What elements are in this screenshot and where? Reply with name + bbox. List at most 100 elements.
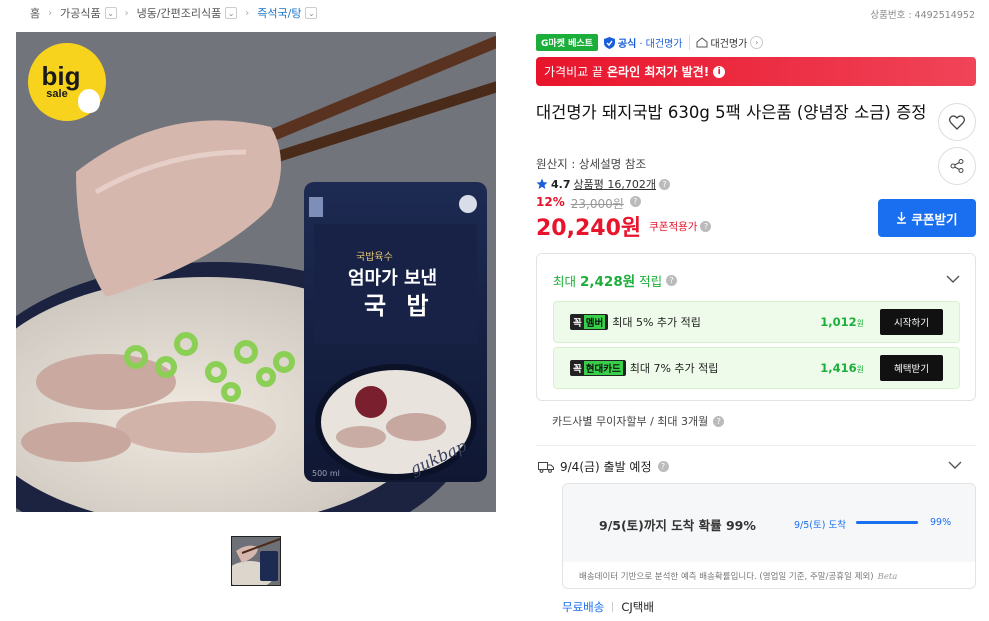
coupon-download-button[interactable]: 쿠폰받기 — [878, 199, 976, 237]
seller-badges: G마켓 베스트 공식 · 대건명가 대건명가 › — [536, 34, 764, 51]
reward-item-text: 최대 7% 추가 적립 — [629, 362, 719, 375]
help-icon[interactable]: ? — [700, 220, 712, 232]
reward-amount-value: 1,012 — [820, 315, 857, 329]
reward-item-member: 꼭 멤버 최대 5% 추가 적립 1,012원 시작하기 — [553, 301, 960, 343]
big-sale-badge: big sale — [28, 43, 106, 121]
origin-info: 원산지 : 상세설명 참조 — [536, 157, 647, 171]
arrival-probability: 9/5(토)까지 도착 확률 99% — [599, 518, 756, 533]
arrival-date: 9/5(토) 도착 — [794, 520, 846, 531]
free-shipping[interactable]: 무료배송 — [562, 599, 604, 615]
heart-icon — [949, 114, 965, 130]
help-icon[interactable]: ? — [666, 274, 678, 286]
installment-text: 카드사별 무이자할부 / 최대 3개월 — [552, 415, 709, 428]
reward-head-amount: 2,428원 — [580, 274, 636, 290]
breadcrumb-item-subcategory[interactable]: 냉동/간편조리식품 ⌄ — [137, 5, 238, 21]
download-icon — [897, 212, 907, 224]
reward-head-suffix: 적립 — [639, 273, 663, 289]
help-icon[interactable]: ? — [657, 461, 669, 472]
info-icon[interactable]: i — [713, 65, 726, 78]
coupon-applied-text: 쿠폰적용가 — [649, 220, 698, 233]
carrier-name: CJ택배 — [621, 600, 654, 614]
depart-date: 9/4(금) 출발 예정 — [560, 460, 652, 474]
delivery-note-text: 배송데이터 기반으로 분석한 예측 배송확률입니다. (영업일 기준, 주말/공… — [579, 572, 874, 582]
chevron-down-icon[interactable]: ⌄ — [104, 7, 117, 19]
shop-link[interactable]: 대건명가 › — [688, 35, 764, 50]
review-count: 16,702개 — [607, 178, 656, 191]
review-link[interactable]: 상품평 16,702개 — [574, 176, 656, 192]
reward-amount-unit: 원 — [856, 319, 864, 328]
reward-tag-mark: 꼭 — [573, 364, 582, 375]
chevron-right-icon: › — [124, 7, 129, 19]
badge-sale-text: sale — [46, 88, 68, 100]
reward-summary: 최대 2,428원 적립 ? — [553, 270, 678, 290]
product-number: 상품번호 : 4492514952 — [870, 10, 975, 21]
shipping-footer: 무료배송 CJ택배 — [562, 599, 654, 615]
price-row: 20,240원 쿠폰적용가 ? — [536, 210, 712, 242]
official-label: 공식 — [617, 39, 637, 50]
truck-icon — [538, 461, 554, 473]
help-icon[interactable]: ? — [713, 415, 725, 427]
delivery-forecast-panel: 9/5(토)까지 도착 확률 99% 9/5(토) 도착 99% — [563, 484, 975, 562]
shop-name: 대건명가 — [710, 39, 748, 50]
badge-big-text: big — [41, 61, 81, 91]
chevron-down-icon[interactable] — [946, 272, 960, 286]
reward-item-text: 최대 5% 추가 적립 — [612, 316, 701, 329]
help-icon[interactable]: ? — [658, 178, 670, 190]
shipping-row: 9/4(금) 출발 예정 ? — [538, 458, 669, 475]
arrival-percent: 99% — [930, 517, 952, 528]
reward-panel: 최대 2,428원 적립 ? 꼭 멤버 최대 5% 추가 적립 1,012원 시… — [536, 253, 976, 401]
product-title: 대건명가 돼지국밥 630g 5팩 사은품 (양념장 소금) 증정 — [536, 103, 927, 122]
reward-tag: 꼭 멤버 — [570, 314, 609, 330]
promo-prefix: 가격비교 끝 — [544, 65, 604, 79]
delivery-note: 배송데이터 기반으로 분석한 예측 배송확률입니다. (영업일 기준, 주말/공… — [579, 570, 897, 582]
reward-tag-name: 멤버 — [583, 315, 606, 329]
official-seller-name: · 대건명가 — [639, 39, 683, 50]
breadcrumb: 홈 › 가공식품 ⌄ › 냉동/간편조리식품 ⌄ › 즉석국/탕 ⌄ — [30, 5, 318, 21]
reward-item-amount: 1,416원 — [820, 361, 864, 375]
coupon-button-label: 쿠폰받기 — [911, 211, 958, 227]
breadcrumb-item-category[interactable]: 가공식품 ⌄ — [60, 5, 117, 21]
coupon-applied-label: 쿠폰적용가 ? — [649, 219, 712, 234]
reward-amount-unit: 원 — [856, 365, 864, 374]
package-name: 국 밥 — [364, 292, 435, 320]
reward-amount-value: 1,416 — [820, 361, 857, 375]
star-icon — [536, 178, 548, 189]
delivery-forecast: 9/5(토)까지 도착 확률 99% 9/5(토) 도착 99% 배송데이터 기… — [562, 483, 976, 589]
review-label: 상품평 — [573, 178, 604, 191]
help-icon[interactable]: ? — [629, 196, 641, 207]
chevron-right-icon: › — [245, 7, 250, 19]
arrival-probability-bar — [856, 521, 919, 524]
gmarket-best-badge: G마켓 베스트 — [536, 34, 598, 51]
reward-item-amount: 1,012원 — [820, 315, 864, 329]
share-icon — [950, 159, 964, 173]
chevron-down-icon[interactable] — [948, 458, 962, 472]
price-compare-banner[interactable]: 가격비교 끝 온라인 최저가 발견! i — [536, 57, 976, 86]
installment-info: 카드사별 무이자할부 / 최대 3개월 ? — [552, 413, 725, 429]
breadcrumb-home[interactable]: 홈 — [30, 5, 40, 21]
home-icon — [696, 37, 707, 48]
chevron-down-icon[interactable]: ⌄ — [305, 7, 318, 19]
arrival-probability-fill — [856, 521, 919, 524]
breadcrumb-label: 즉석국/탕 — [257, 7, 302, 20]
separator — [612, 602, 614, 612]
package-volume: 500 ml — [312, 469, 340, 478]
official-seller-badge[interactable]: 공식 · 대건명가 — [603, 35, 683, 50]
product-thumbnail[interactable] — [231, 536, 281, 586]
promo-highlight: 온라인 최저가 발견! — [607, 65, 710, 79]
reward-head-prefix: 최대 — [553, 273, 577, 289]
start-member-button[interactable]: 시작하기 — [880, 309, 943, 335]
get-card-benefit-button[interactable]: 혜택받기 — [880, 355, 943, 381]
reward-tag: 꼭 현대카드 — [570, 360, 626, 376]
chevron-right-icon: › — [48, 7, 53, 19]
breadcrumb-item-current[interactable]: 즉석국/탕 ⌄ — [257, 5, 318, 21]
chevron-down-icon[interactable]: ⌄ — [225, 7, 238, 19]
chevron-right-icon: › — [750, 36, 764, 49]
shield-check-icon — [603, 36, 615, 49]
product-main-image[interactable]: big sale 국밥육수 엄마가 보낸 국 밥 gukbap 500 ml — [16, 32, 496, 512]
reward-item-card: 꼭 현대카드 최대 7% 추가 적립 1,416원 혜택받기 — [553, 347, 960, 389]
reward-tag-mark: 꼭 — [573, 318, 582, 329]
share-button[interactable] — [938, 147, 976, 185]
breadcrumb-label: 가공식품 — [60, 7, 101, 20]
wishlist-button[interactable] — [938, 103, 976, 141]
sale-price: 20,240원 — [536, 216, 642, 241]
